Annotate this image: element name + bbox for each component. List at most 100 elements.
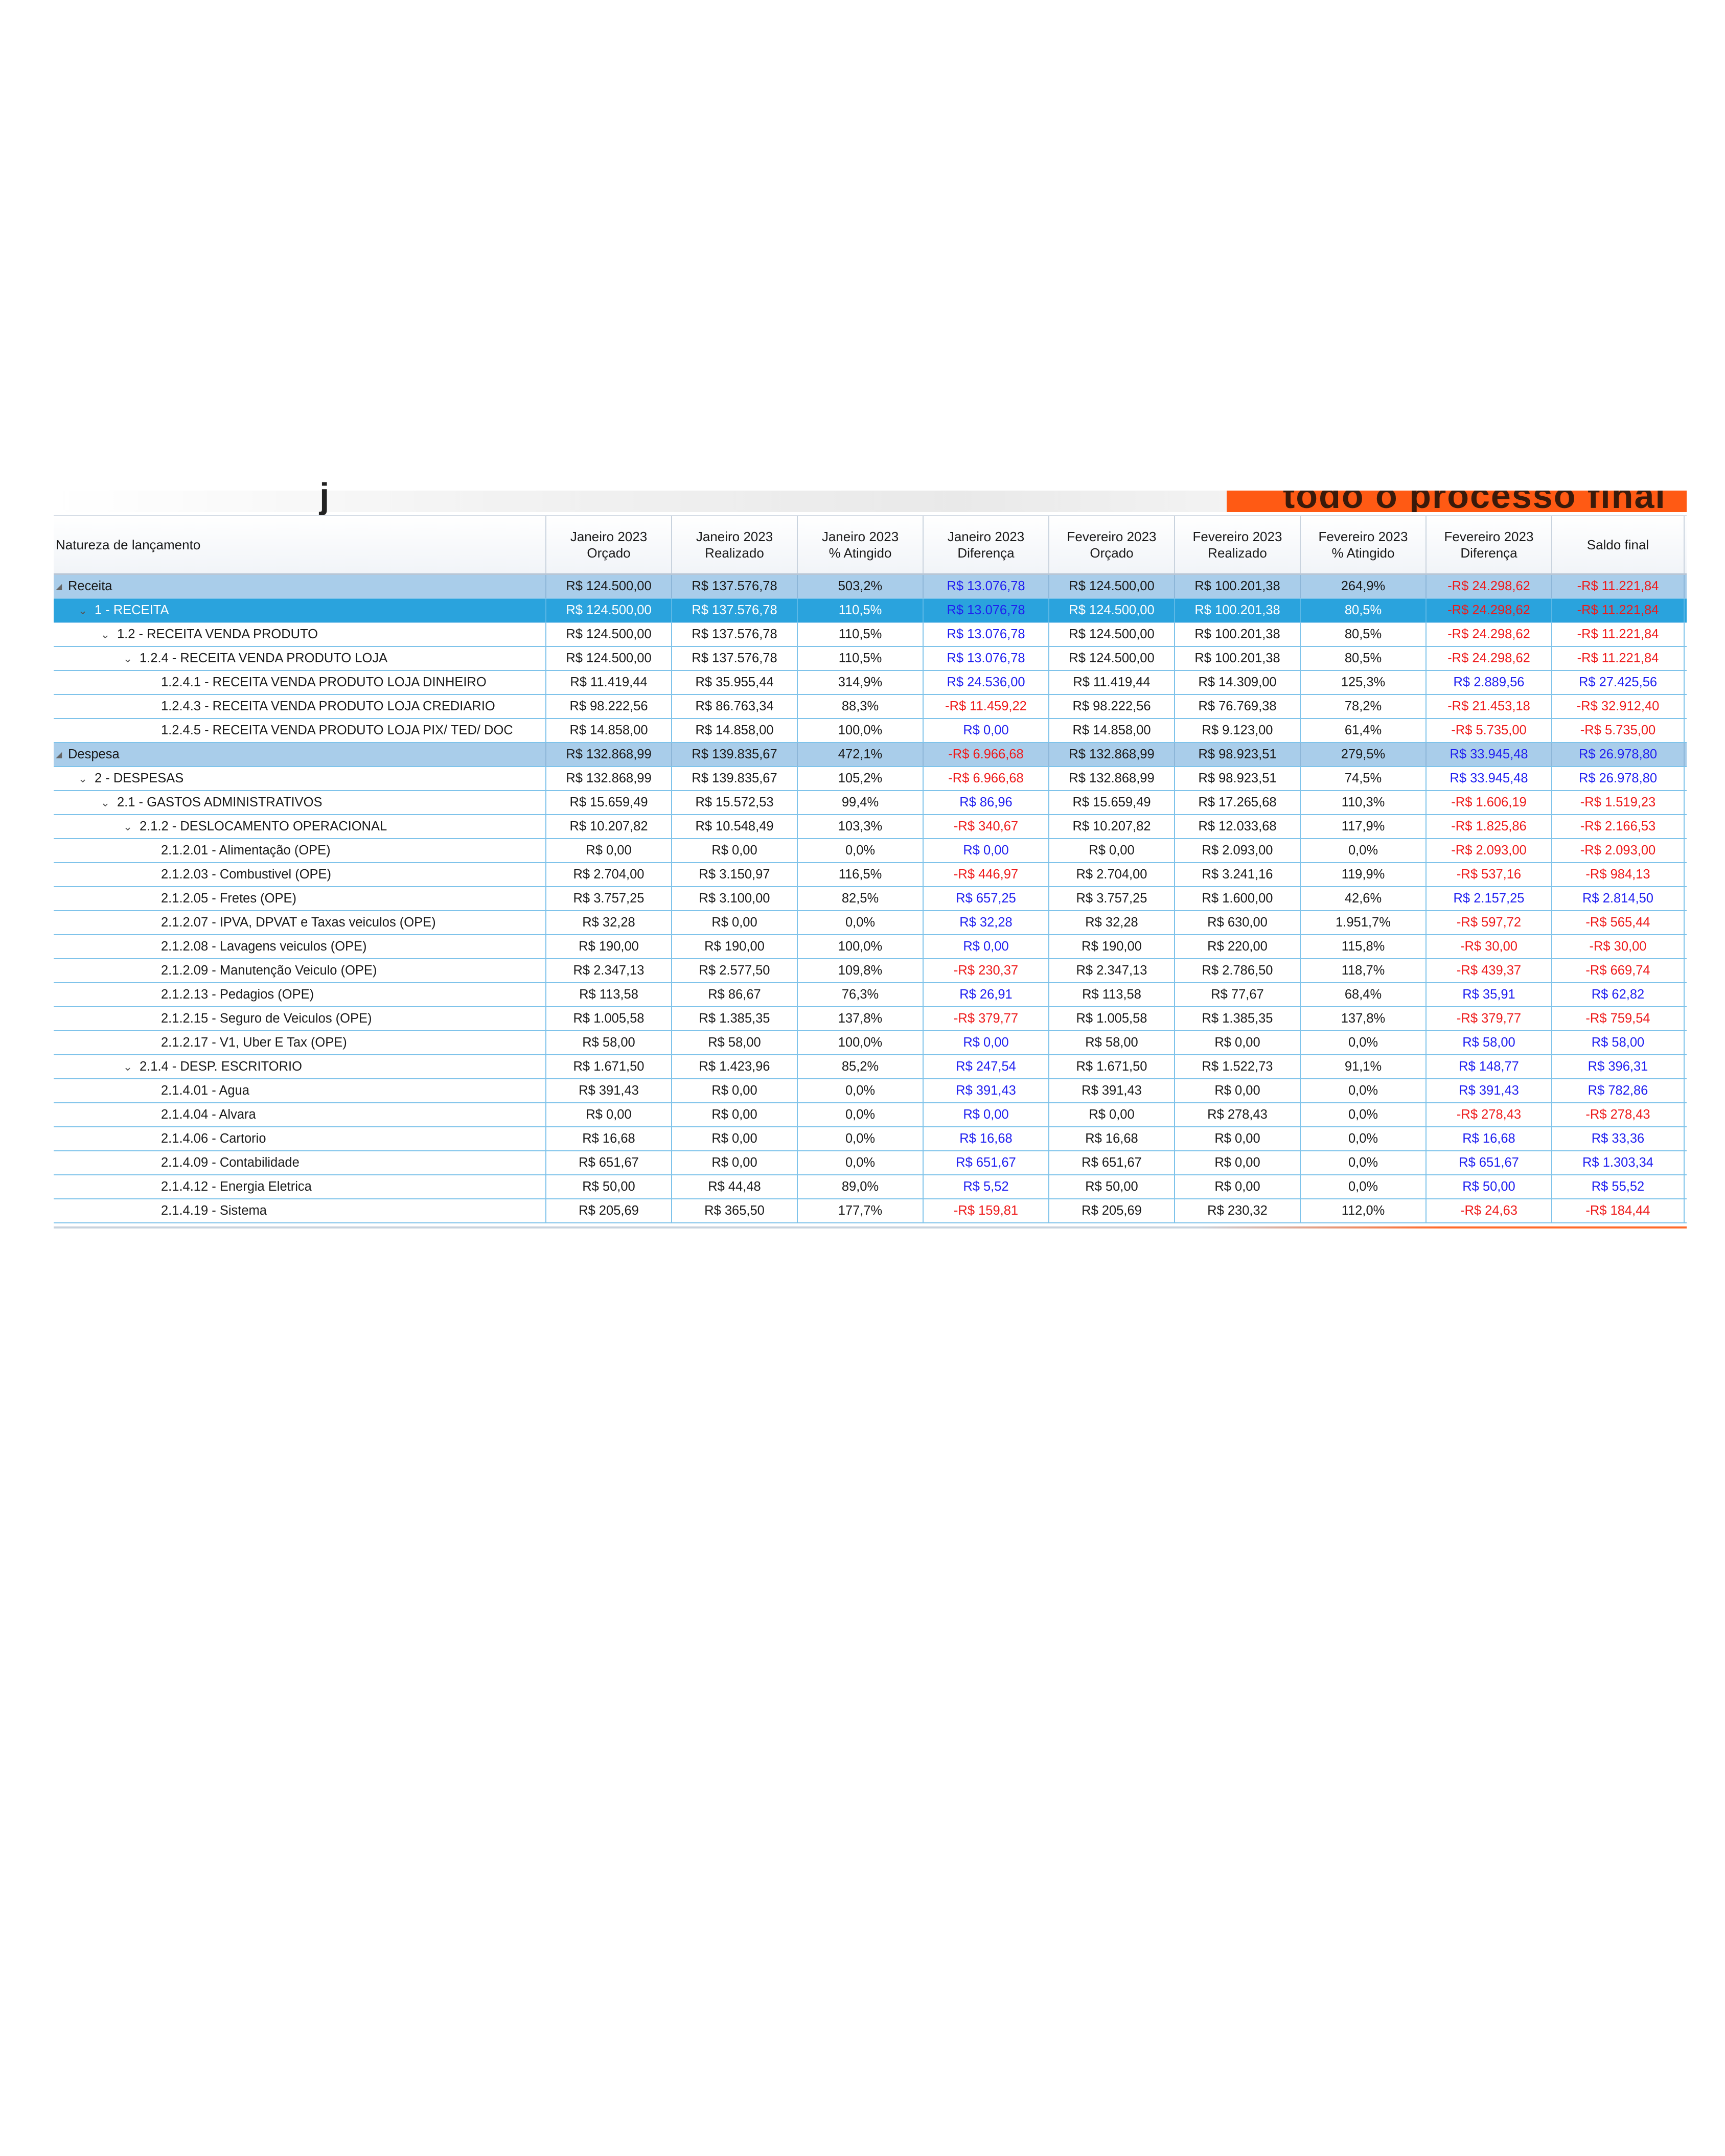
cell-fev-atingido[interactable]: 61,4% bbox=[1301, 719, 1427, 742]
cell-jan-diferenca[interactable]: R$ 0,00 bbox=[924, 1103, 1049, 1126]
cell-jan-atingido[interactable]: 503,2% bbox=[798, 575, 924, 598]
cell-jan-diferenca[interactable]: R$ 247,54 bbox=[924, 1055, 1049, 1078]
table-row[interactable]: 2.1.4.06 - Cartorio R$ 16,68 R$ 0,00 0,0% R$… bbox=[54, 1127, 1687, 1151]
row-label-cell[interactable]: 2.1.2.08 - Lavagens veiculos (OPE) bbox=[54, 935, 546, 958]
cell-fev-atingido[interactable]: 74,5% bbox=[1301, 767, 1427, 790]
cell-saldo-final[interactable]: -R$ 759,54 bbox=[1552, 1007, 1685, 1030]
cell-jan-atingido[interactable]: 0,0% bbox=[798, 1127, 924, 1150]
row-label-cell[interactable]: 2.1.2.09 - Manutenção Veiculo (OPE) bbox=[54, 959, 546, 982]
chevron-down-icon[interactable]: ⌄ bbox=[99, 628, 112, 641]
cell-fev-diferenca[interactable]: -R$ 21.453,18 bbox=[1427, 695, 1552, 718]
cell-saldo-final[interactable]: R$ 2.814,50 bbox=[1552, 887, 1685, 910]
cell-fev-atingido[interactable]: 279,5% bbox=[1301, 743, 1427, 766]
cell-jan-realizado[interactable]: R$ 0,00 bbox=[672, 1103, 798, 1126]
cell-jan-diferenca[interactable]: R$ 86,96 bbox=[924, 791, 1049, 814]
cell-jan-orcado[interactable]: R$ 10.207,82 bbox=[546, 815, 672, 838]
cell-fev-realizado[interactable]: R$ 0,00 bbox=[1175, 1151, 1301, 1174]
cell-fev-diferenca[interactable]: -R$ 2.093,00 bbox=[1427, 839, 1552, 862]
cell-fev-orcado[interactable]: R$ 16,68 bbox=[1049, 1127, 1175, 1150]
cell-fev-diferenca[interactable]: R$ 35,91 bbox=[1427, 983, 1552, 1006]
cell-saldo-final[interactable]: R$ 27.425,56 bbox=[1552, 671, 1685, 694]
cell-jan-realizado[interactable]: R$ 1.385,35 bbox=[672, 1007, 798, 1030]
cell-jan-orcado[interactable]: R$ 124.500,00 bbox=[546, 623, 672, 646]
column-header-fev-realizado[interactable]: Fevereiro 2023 Realizado bbox=[1175, 516, 1301, 573]
collapse-triangle-icon[interactable]: ◢ bbox=[56, 750, 63, 760]
cell-jan-realizado[interactable]: R$ 86.763,34 bbox=[672, 695, 798, 718]
cell-jan-realizado[interactable]: R$ 137.576,78 bbox=[672, 575, 798, 598]
cell-fev-diferenca[interactable]: -R$ 24.298,62 bbox=[1427, 599, 1552, 622]
cell-jan-orcado[interactable]: R$ 58,00 bbox=[546, 1031, 672, 1054]
table-row[interactable]: ⌄ 2.1.4 - DESP. ESCRITORIO R$ 1.671,50 R$ 1… bbox=[54, 1055, 1687, 1079]
chevron-down-icon[interactable]: ⌄ bbox=[76, 772, 89, 785]
cell-fev-orcado[interactable]: R$ 124.500,00 bbox=[1049, 623, 1175, 646]
cell-jan-atingido[interactable]: 82,5% bbox=[798, 887, 924, 910]
cell-jan-realizado[interactable]: R$ 3.100,00 bbox=[672, 887, 798, 910]
cell-jan-diferenca[interactable]: R$ 0,00 bbox=[924, 1031, 1049, 1054]
cell-jan-diferenca[interactable]: R$ 651,67 bbox=[924, 1151, 1049, 1174]
row-label-cell[interactable]: 2.1.2.01 - Alimentação (OPE) bbox=[54, 839, 546, 862]
cell-fev-atingido[interactable]: 112,0% bbox=[1301, 1199, 1427, 1222]
chevron-down-icon[interactable]: ⌄ bbox=[121, 1060, 134, 1074]
cell-fev-atingido[interactable]: 1.951,7% bbox=[1301, 911, 1427, 934]
cell-fev-realizado[interactable]: R$ 14.309,00 bbox=[1175, 671, 1301, 694]
cell-fev-atingido[interactable]: 117,9% bbox=[1301, 815, 1427, 838]
cell-fev-realizado[interactable]: R$ 17.265,68 bbox=[1175, 791, 1301, 814]
column-header-fev-orcado[interactable]: Fevereiro 2023 Orçado bbox=[1049, 516, 1175, 573]
row-label-cell[interactable]: 1.2.4.5 - RECEITA VENDA PRODUTO LOJA PIX… bbox=[54, 719, 546, 742]
cell-fev-orcado[interactable]: R$ 2.704,00 bbox=[1049, 863, 1175, 886]
table-row[interactable]: 2.1.2.17 - V1, Uber E Tax (OPE) R$ 58,00 R… bbox=[54, 1031, 1687, 1055]
table-row[interactable]: 2.1.4.19 - Sistema R$ 205,69 R$ 365,50 177,… bbox=[54, 1199, 1687, 1223]
cell-jan-diferenca[interactable]: R$ 391,43 bbox=[924, 1079, 1049, 1102]
cell-fev-realizado[interactable]: R$ 230,32 bbox=[1175, 1199, 1301, 1222]
cell-jan-diferenca[interactable]: R$ 26,91 bbox=[924, 983, 1049, 1006]
column-header-jan-orcado[interactable]: Janeiro 2023 Orçado bbox=[546, 516, 672, 573]
column-header-saldo-final[interactable]: Saldo final bbox=[1552, 516, 1685, 573]
cell-jan-atingido[interactable]: 76,3% bbox=[798, 983, 924, 1006]
cell-fev-diferenca[interactable]: R$ 50,00 bbox=[1427, 1175, 1552, 1198]
cell-jan-atingido[interactable]: 472,1% bbox=[798, 743, 924, 766]
row-label-cell[interactable]: ⌄ 2.1.4 - DESP. ESCRITORIO bbox=[54, 1055, 546, 1078]
cell-jan-diferenca[interactable]: R$ 657,25 bbox=[924, 887, 1049, 910]
cell-fev-realizado[interactable]: R$ 9.123,00 bbox=[1175, 719, 1301, 742]
cell-jan-atingido[interactable]: 0,0% bbox=[798, 1103, 924, 1126]
row-label-cell[interactable]: 2.1.2.07 - IPVA, DPVAT e Taxas veiculos … bbox=[54, 911, 546, 934]
cell-fev-atingido[interactable]: 125,3% bbox=[1301, 671, 1427, 694]
row-label-cell[interactable]: 1.2.4.1 - RECEITA VENDA PRODUTO LOJA DIN… bbox=[54, 671, 546, 694]
cell-jan-realizado[interactable]: R$ 1.423,96 bbox=[672, 1055, 798, 1078]
cell-jan-realizado[interactable]: R$ 137.576,78 bbox=[672, 623, 798, 646]
cell-fev-realizado[interactable]: R$ 76.769,38 bbox=[1175, 695, 1301, 718]
cell-saldo-final[interactable]: -R$ 2.093,00 bbox=[1552, 839, 1685, 862]
table-row[interactable]: 2.1.4.04 - Alvara R$ 0,00 R$ 0,00 0,0% R$ 0,… bbox=[54, 1103, 1687, 1127]
column-header-jan-diferenca[interactable]: Janeiro 2023 Diferença bbox=[924, 516, 1049, 573]
table-row[interactable]: ⌄ 1 - RECEITA R$ 124.500,00 R$ 137.576,78 11… bbox=[54, 599, 1687, 623]
table-row[interactable]: 2.1.2.07 - IPVA, DPVAT e Taxas veiculos … bbox=[54, 911, 1687, 935]
cell-fev-diferenca[interactable]: R$ 16,68 bbox=[1427, 1127, 1552, 1150]
cell-jan-realizado[interactable]: R$ 139.835,67 bbox=[672, 743, 798, 766]
cell-jan-realizado[interactable]: R$ 137.576,78 bbox=[672, 647, 798, 670]
table-row[interactable]: 2.1.2.15 - Seguro de Veiculos (OPE) R$ 1.… bbox=[54, 1007, 1687, 1031]
cell-fev-diferenca[interactable]: -R$ 1.606,19 bbox=[1427, 791, 1552, 814]
cell-saldo-final[interactable]: -R$ 11.221,84 bbox=[1552, 575, 1685, 598]
chevron-down-icon[interactable]: ⌄ bbox=[121, 820, 134, 833]
cell-jan-realizado[interactable]: R$ 139.835,67 bbox=[672, 767, 798, 790]
cell-saldo-final[interactable]: -R$ 11.221,84 bbox=[1552, 623, 1685, 646]
cell-fev-orcado[interactable]: R$ 50,00 bbox=[1049, 1175, 1175, 1198]
cell-saldo-final[interactable]: R$ 62,82 bbox=[1552, 983, 1685, 1006]
cell-saldo-final[interactable]: -R$ 30,00 bbox=[1552, 935, 1685, 958]
table-row[interactable]: ◢ Despesa R$ 132.868,99 R$ 139.835,67 472,1%… bbox=[54, 743, 1687, 767]
cell-jan-orcado[interactable]: R$ 16,68 bbox=[546, 1127, 672, 1150]
cell-fev-diferenca[interactable]: -R$ 24.298,62 bbox=[1427, 623, 1552, 646]
cell-jan-realizado[interactable]: R$ 0,00 bbox=[672, 1127, 798, 1150]
row-label-cell[interactable]: 2.1.4.09 - Contabilidade bbox=[54, 1151, 546, 1174]
cell-fev-realizado[interactable]: R$ 12.033,68 bbox=[1175, 815, 1301, 838]
cell-jan-realizado[interactable]: R$ 2.577,50 bbox=[672, 959, 798, 982]
cell-jan-orcado[interactable]: R$ 1.671,50 bbox=[546, 1055, 672, 1078]
cell-jan-orcado[interactable]: R$ 124.500,00 bbox=[546, 599, 672, 622]
cell-jan-orcado[interactable]: R$ 132.868,99 bbox=[546, 767, 672, 790]
cell-jan-atingido[interactable]: 0,0% bbox=[798, 911, 924, 934]
cell-jan-orcado[interactable]: R$ 32,28 bbox=[546, 911, 672, 934]
cell-fev-orcado[interactable]: R$ 1.671,50 bbox=[1049, 1055, 1175, 1078]
cell-jan-atingido[interactable]: 314,9% bbox=[798, 671, 924, 694]
cell-jan-diferenca[interactable]: -R$ 446,97 bbox=[924, 863, 1049, 886]
chevron-down-icon[interactable]: ⌄ bbox=[76, 604, 89, 617]
